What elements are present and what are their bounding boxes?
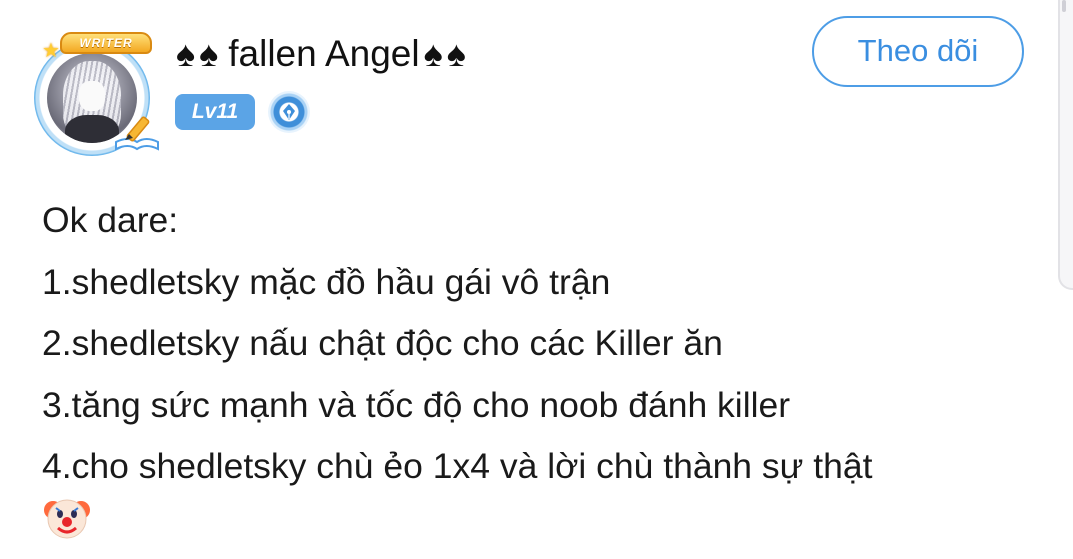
author-name[interactable]: ♠ ♠ fallen Angel ♠ ♠ [176,32,466,76]
spade-icon: ♠ [199,33,219,74]
author-avatar[interactable]: ★ WRITER [28,30,159,156]
follow-button[interactable]: Theo dõi [812,16,1024,87]
post-line: Ok dare: [42,200,179,240]
author-name-label: fallen Angel [228,33,420,74]
spade-icon: ♠ [423,33,443,74]
post-detail-screen: ★ WRITER ♠ ♠ fallen Angel ♠ ♠ Lv11 Theo … [0,0,1073,559]
post-line: 3.tăng sức mạnh và tốc độ cho noob đánh … [42,384,791,425]
post-line: 4.cho shedletsky chù ẻo 1x4 và lời chù t… [42,446,873,486]
spade-icon: ♠ [176,33,196,74]
writer-badge: WRITER [60,32,152,54]
spade-icon: ♠ [446,33,466,74]
clown-face-icon [44,499,90,539]
star-icon: ★ [42,40,60,62]
post-body: Ok dare: 1.shedletsky mặc đồ hầu gái vô … [42,190,1052,498]
level-badge: Lv11 [175,94,255,130]
post-line: 2.shedletsky nấu chật độc cho các Killer… [42,323,723,363]
pen-book-icon [115,116,159,151]
post-line: 1.shedletsky mặc đồ hầu gái vô trận [42,261,611,302]
quill-pen-icon [268,91,310,133]
scrollbar-thumb[interactable] [1062,0,1066,12]
scrollbar-track[interactable] [1058,0,1073,290]
